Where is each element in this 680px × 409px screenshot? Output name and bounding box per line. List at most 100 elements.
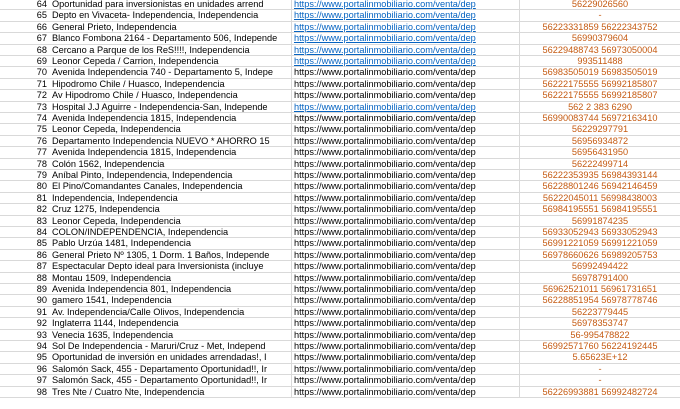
phone-cell[interactable]: 56223331859 56222343752 (520, 22, 680, 33)
listing-title-cell[interactable]: Inglaterra 1144, Independencia (50, 318, 292, 330)
table-row[interactable]: 75 Leonor Cepeda, Independencia https://ww… (0, 124, 680, 136)
table-row[interactable]: 88 Montau 1509, Independencia https://www.… (0, 272, 680, 284)
listing-title-cell[interactable]: Avenida Independencia 1815, Independenci… (50, 147, 292, 159)
table-row[interactable]: 69 Leonor Cepeda / Carrion, Independencia… (0, 56, 680, 68)
phone-cell[interactable]: 56956934872 (520, 136, 680, 147)
listing-url-cell[interactable]: https://www.portalinmobiliario.com/venta… (292, 0, 520, 10)
listing-title-cell[interactable]: Colón 1562, Independencia (50, 158, 292, 170)
table-row[interactable]: 91 Av. Independencia/Calle Olivos, Indepe… (0, 306, 680, 319)
phone-cell[interactable]: 993511488 (520, 56, 680, 67)
phone-cell[interactable]: 5.65623E+12 (520, 352, 680, 363)
listing-title-cell[interactable]: Av. Independencia/Calle Olivos, Independ… (50, 306, 292, 318)
phone-cell[interactable]: - (520, 364, 680, 375)
phone-cell[interactable]: 56222175555 56992185807 (520, 90, 680, 101)
table-row[interactable]: 78 Colón 1562, Independencia https://www.p… (0, 158, 680, 170)
listing-title-cell[interactable]: COLON/INDEPENDENCIA, Independencia (50, 227, 292, 238)
table-row[interactable]: 90 gamero 1541, Independencia https://www.… (0, 295, 680, 307)
phone-cell[interactable]: 56223779445 (520, 307, 680, 318)
listing-title-cell[interactable]: Avenida Independencia 801, Independencia (50, 284, 292, 295)
listing-title-cell[interactable]: Cercano a Parque de los ReS!!!!, Indepen… (50, 44, 292, 56)
listing-title-cell[interactable]: General Prieto, Independencia (50, 21, 292, 33)
listing-url-cell[interactable]: https://www.portalinmobiliario.com/venta… (292, 33, 520, 45)
table-row[interactable]: 76 Departamento Independencia NUEVO * AHO… (0, 135, 680, 148)
phone-cell[interactable]: 56983505019 56983505019 (520, 67, 680, 78)
listing-title-cell[interactable]: Independencia, Independencia (50, 192, 292, 204)
table-row[interactable]: 86 General Prieto Nº 1305, 1 Dorm. 1 Baño… (0, 249, 680, 262)
table-row[interactable]: 70 Avenida Independencia 740 - Departamen… (0, 67, 680, 79)
table-row[interactable]: 73 Hospital J.J Aguirre - Independencia-S… (0, 101, 680, 113)
table-row[interactable]: 68 Cercano a Parque de los ReS!!!!, Indep… (0, 44, 680, 56)
listing-title-cell[interactable]: Departamento Independencia NUEVO * AHORR… (50, 135, 292, 147)
phone-cell[interactable]: 56990083744 56972163410 (520, 113, 680, 124)
phone-cell[interactable]: 56984195551 56984195551 (520, 204, 680, 215)
table-row[interactable]: 72 Av Hipodromo Chile / Huasco, Independe… (0, 90, 680, 102)
listing-title-cell[interactable]: Espectacular Depto ideal para Inversioni… (50, 261, 292, 273)
listing-title-cell[interactable]: Cruz 1275, Independencia (50, 204, 292, 216)
listing-url-cell[interactable]: https://www.portalinmobiliario.com/venta… (292, 101, 520, 113)
listing-title-cell[interactable]: Salomón Sack, 455 - Departamento Oportun… (50, 375, 292, 387)
listing-url-cell[interactable]: https://www.portalinmobiliario.com/venta… (292, 10, 520, 22)
listing-title-cell[interactable]: Oportunidad de inversión en unidades arr… (50, 352, 292, 364)
table-row[interactable]: 93 Venecia 1635, Independencia https://www… (0, 329, 680, 341)
phone-cell[interactable]: 56228851954 56978778746 (520, 295, 680, 306)
table-row[interactable]: 74 Avenida Independencia 1815, Independen… (0, 113, 680, 125)
table-row[interactable]: 64 Oportunidad para inversionistas en uni… (0, 0, 680, 11)
listing-title-cell[interactable]: Oportunidad para inversionistas en unida… (50, 0, 292, 10)
table-row[interactable]: 81 Independencia, Independencia https://ww… (0, 192, 680, 205)
table-row[interactable]: 97 Salomón Sack, 455 - Departamento Oport… (0, 375, 680, 387)
phone-cell[interactable]: - (520, 10, 680, 21)
listing-title-cell[interactable]: Leonor Cepeda, Independencia (50, 124, 292, 136)
phone-cell[interactable]: 56222499714 (520, 159, 680, 170)
table-row[interactable]: 96 Salomón Sack, 455 - Departamento Oport… (0, 363, 680, 376)
phone-cell[interactable]: 56956431950 (520, 147, 680, 158)
table-row[interactable]: 84 COLON/INDEPENDENCIA, Independencia http… (0, 227, 680, 239)
table-row[interactable]: 92 Inglaterra 1144, Independencia https://… (0, 318, 680, 330)
table-row[interactable]: 85 Pablo Urzúa 1481, Independencia https:/… (0, 238, 680, 250)
table-row[interactable]: 79 Aníbal Pinto, Independencia, Independe… (0, 170, 680, 182)
listing-title-cell[interactable]: Hipodromo Chile / Huasco, Independencia (50, 78, 292, 90)
listing-title-cell[interactable]: Hospital J.J Aguirre - Independencia-San… (50, 101, 292, 113)
listing-title-cell[interactable]: Blanco Fombona 2164 - Departamento 506, … (50, 33, 292, 45)
table-row[interactable]: 65 Depto en Vivaceta- Independencia, Inde… (0, 10, 680, 22)
listing-title-cell[interactable]: Salomón Sack, 455 - Departamento Oportun… (50, 363, 292, 375)
listing-title-cell[interactable]: Aníbal Pinto, Independencia, Independenc… (50, 170, 292, 181)
table-row[interactable]: 67 Blanco Fombona 2164 - Departamento 506… (0, 33, 680, 45)
phone-cell[interactable]: 56222353935 56984393144 (520, 170, 680, 181)
phone-cell[interactable]: 56222175555 56992185807 (520, 79, 680, 90)
phone-cell[interactable]: 56962521011 56961731651 (520, 284, 680, 295)
phone-cell[interactable]: 56229297791 (520, 124, 680, 135)
listing-title-cell[interactable]: gamero 1541, Independencia (50, 295, 292, 307)
phone-cell[interactable]: 56933052943 56933052943 (520, 227, 680, 238)
table-row[interactable]: 77 Avenida Independencia 1815, Independen… (0, 147, 680, 159)
phone-cell[interactable]: - (520, 375, 680, 386)
phone-cell[interactable]: 56-995478822 (520, 330, 680, 341)
phone-cell[interactable]: 56226993881 56992482724 (520, 387, 680, 398)
phone-cell[interactable]: 56978660626 56989205753 (520, 250, 680, 261)
listing-title-cell[interactable]: Av Hipodromo Chile / Huasco, Independenc… (50, 90, 292, 102)
phone-cell[interactable]: 56991874235 (520, 216, 680, 227)
listing-title-cell[interactable]: Leonor Cepeda, Independencia (50, 215, 292, 227)
phone-cell[interactable]: 56992571760 56224192445 (520, 341, 680, 352)
listing-url-cell[interactable]: https://www.portalinmobiliario.com/venta… (292, 56, 520, 67)
listing-title-cell[interactable]: Pablo Urzúa 1481, Independencia (50, 238, 292, 250)
table-row[interactable]: 94 Sol De Independencia - Maruri/Cruz - M… (0, 341, 680, 353)
listing-title-cell[interactable]: Venecia 1635, Independencia (50, 329, 292, 341)
listing-url-cell[interactable]: https://www.portalinmobiliario.com/venta… (292, 21, 520, 33)
table-row[interactable]: 82 Cruz 1275, Independencia https://www.po… (0, 204, 680, 216)
table-row[interactable]: 89 Avenida Independencia 801, Independenc… (0, 284, 680, 296)
listing-title-cell[interactable]: Sol De Independencia - Maruri/Cruz - Met… (50, 341, 292, 352)
listing-title-cell[interactable]: Tres Nte / Cuatro Nte, Independencia (50, 386, 292, 398)
listing-title-cell[interactable]: Leonor Cepeda / Carrion, Independencia (50, 56, 292, 67)
listing-title-cell[interactable]: El Pino/Comandantes Canales, Independenc… (50, 181, 292, 193)
table-row[interactable]: 83 Leonor Cepeda, Independencia https://ww… (0, 215, 680, 227)
table-row[interactable]: 98 Tres Nte / Cuatro Nte, Independencia ht… (0, 386, 680, 398)
phone-cell[interactable]: 562 2 383 6290 (520, 102, 680, 113)
table-row[interactable]: 95 Oportunidad de inversión en unidades a… (0, 352, 680, 364)
table-row[interactable]: 66 General Prieto, Independencia https://w… (0, 21, 680, 34)
table-row[interactable]: 71 Hipodromo Chile / Huasco, Independenci… (0, 78, 680, 91)
phone-cell[interactable]: 56229488743 56973050004 (520, 45, 680, 56)
table-row[interactable]: 80 El Pino/Comandantes Canales, Independe… (0, 181, 680, 193)
phone-cell[interactable]: 56990379604 (520, 33, 680, 44)
phone-cell[interactable]: 56228801246 56942146459 (520, 181, 680, 192)
phone-cell[interactable]: 56991221059 56991221059 (520, 238, 680, 249)
